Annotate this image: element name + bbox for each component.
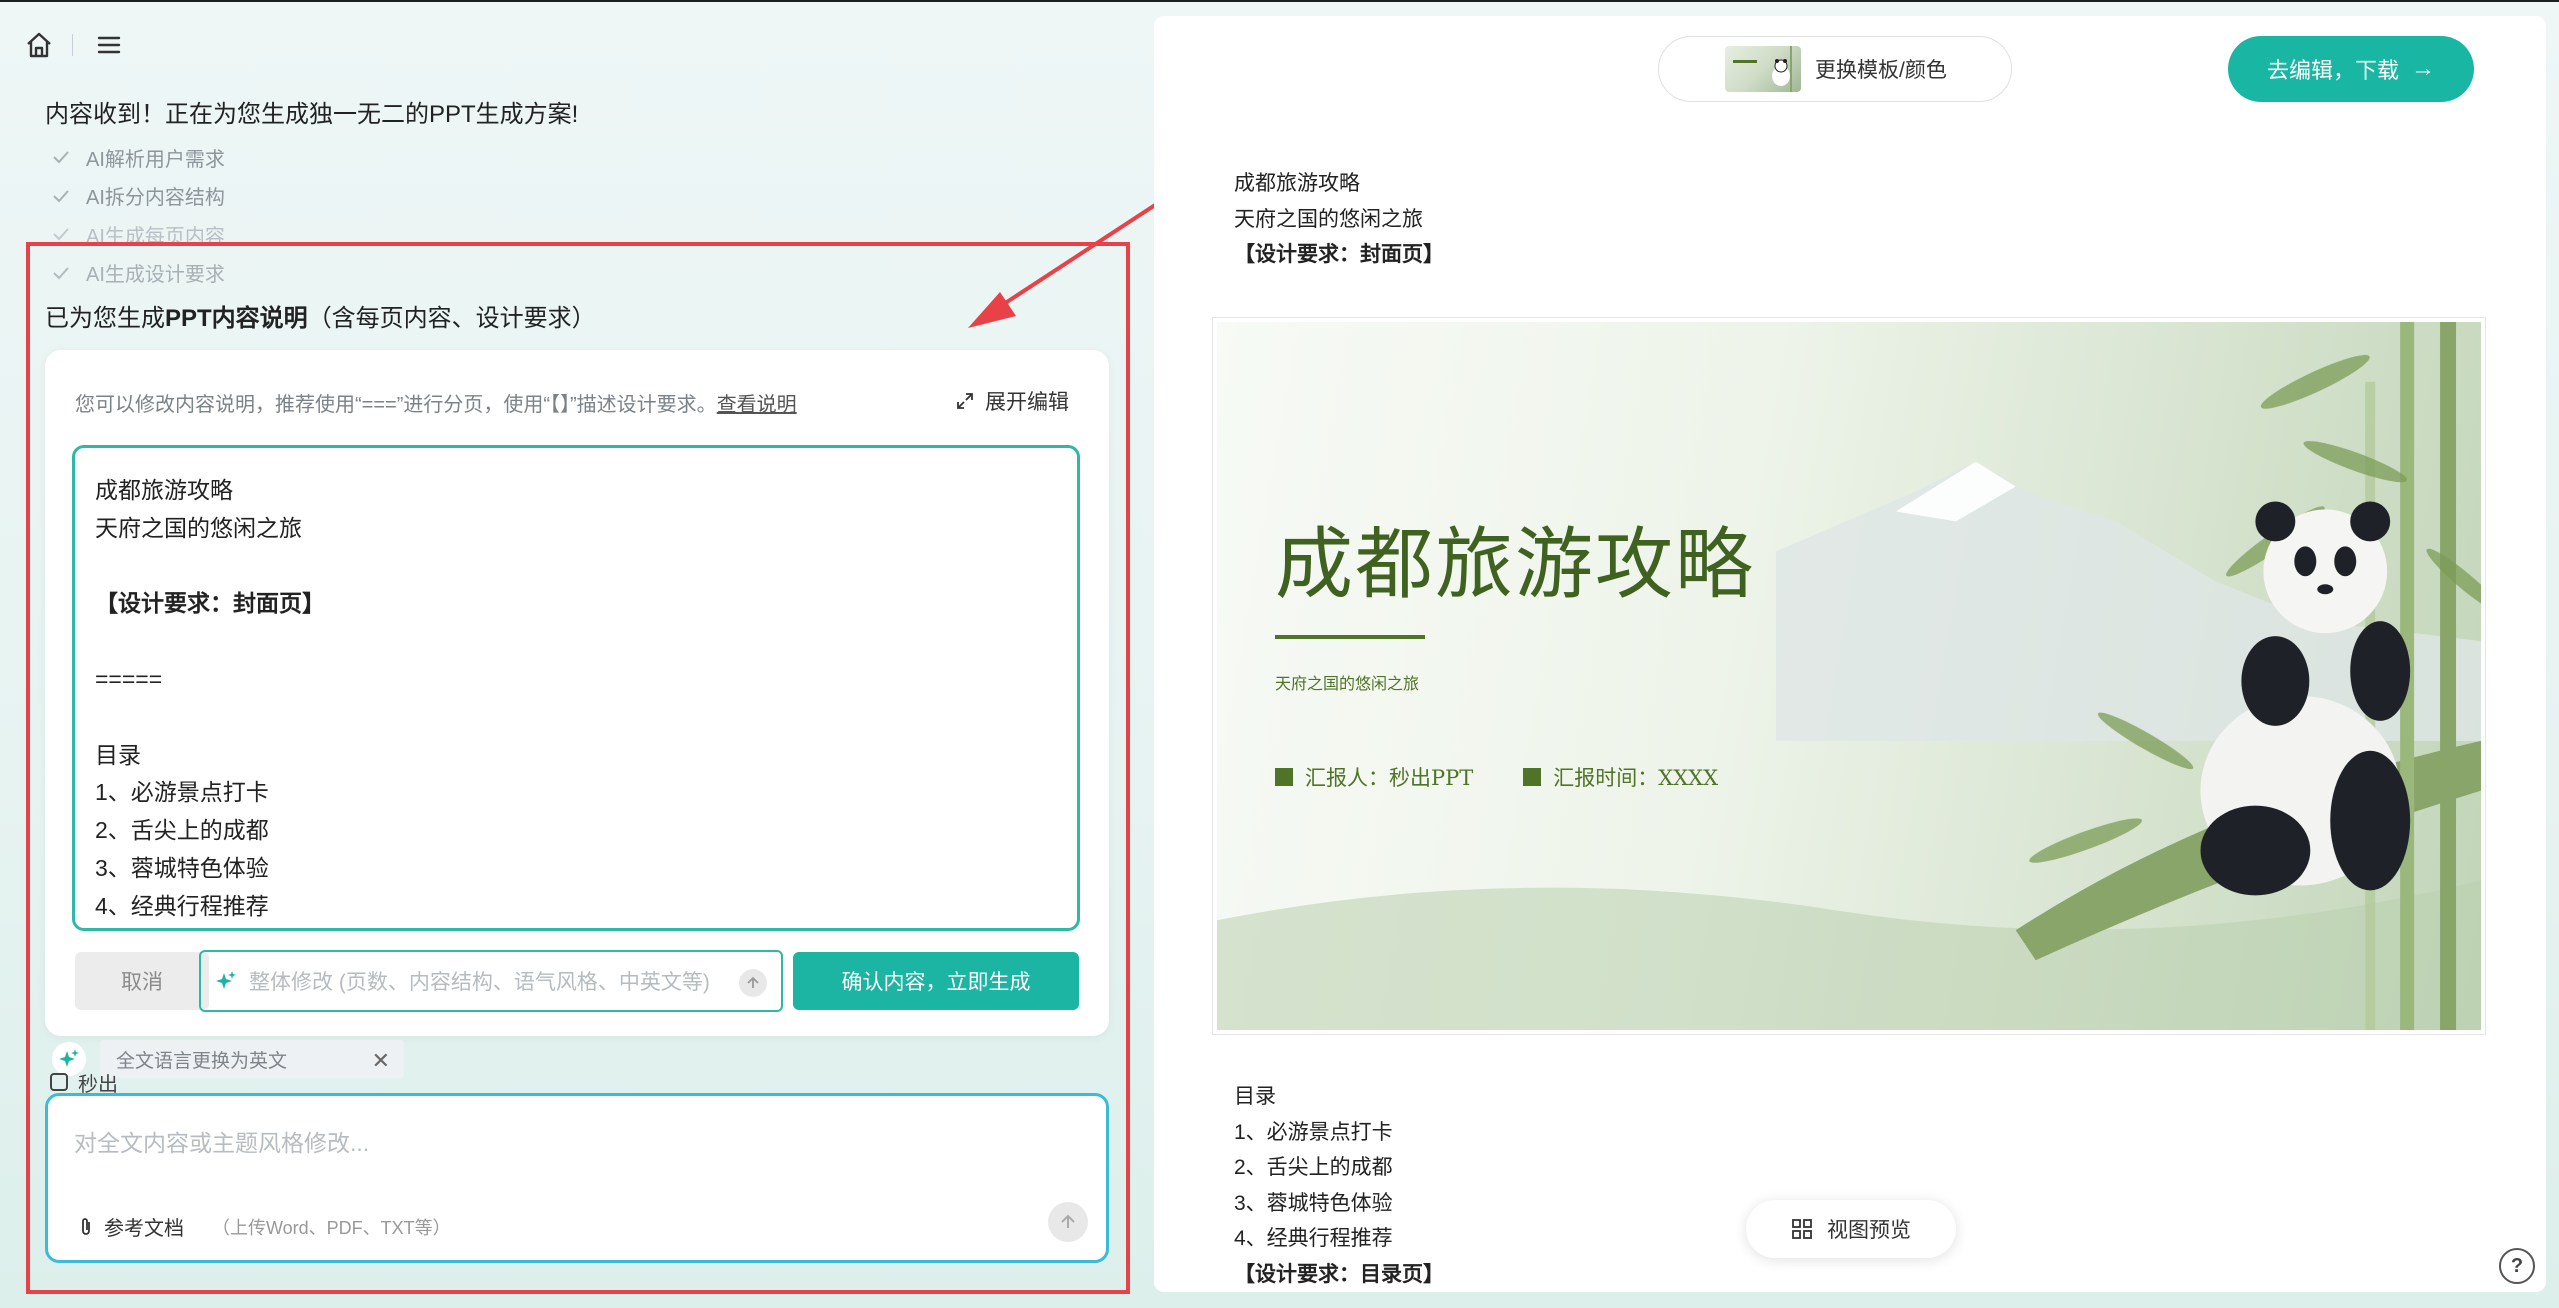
reference-doc-hint: （上传Word、PDF、TXT等）	[212, 1217, 451, 1238]
chat-panel: 内容收到！正在为您生成独一无二的PPT生成方案! AI解析用户需求 AI拆分内容…	[0, 0, 1140, 1308]
editor-line: 成都旅游攻略	[95, 477, 233, 503]
doc-line: 4、经典行程推荐	[1234, 1227, 1393, 1251]
doc-line: 目录	[1234, 1085, 1276, 1108]
change-template-button[interactable]: 更换模板/颜色	[1658, 36, 2012, 102]
suggestion-chip-label: 全文语言更换为英文	[116, 1050, 288, 1072]
editor-line: 3、蓉城特色体验	[95, 854, 269, 881]
slide-meta: 汇报人：秒出PPT 汇报时间：XXXX	[1275, 762, 1768, 792]
step-item: AI生成设计要求	[50, 254, 225, 293]
slide-subtitle: 天府之国的悠闲之旅	[1275, 674, 1420, 693]
expand-label: 展开编辑	[985, 391, 1069, 414]
reference-doc-label: 参考文档	[104, 1218, 184, 1240]
template-thumbnail	[1725, 46, 1801, 92]
suggestion-chip[interactable]: 全文语言更换为英文 ✕	[100, 1040, 404, 1078]
check-icon	[53, 151, 69, 164]
step-label: AI解析用户需求	[86, 148, 225, 171]
slide-reporter-text: 汇报人：秒出PPT	[1305, 766, 1474, 790]
check-icon	[53, 228, 69, 241]
reference-doc-button[interactable]: 参考文档 （上传Word、PDF、TXT等）	[76, 1212, 451, 1241]
doc-line: 1、必游景点打卡	[1234, 1120, 1393, 1144]
slide-report-time-text: 汇报时间：XXXX	[1553, 766, 1719, 790]
step-item: AI解析用户需求	[50, 138, 225, 177]
editor-line: 1、必游景点打卡	[95, 779, 269, 806]
editor-line: 2、舌尖上的成都	[95, 817, 269, 844]
content-editor[interactable]: 成都旅游攻略 天府之国的悠闲之旅 【设计要求：封面页】 ===== 目录 1、必…	[72, 445, 1080, 931]
overall-edit-placeholder: 整体修改 (页数、内容结构、语气风格、中英文等)	[249, 971, 710, 994]
content-card: 您可以修改内容说明，推荐使用“===”进行分页，使用“【】”描述设计要求。查看说…	[45, 350, 1109, 1036]
generated-bold: PPT内容说明	[165, 305, 308, 332]
editor-line: 目录	[95, 741, 141, 768]
close-icon[interactable]: ✕	[372, 1048, 390, 1074]
nav-divider	[72, 34, 73, 56]
chat-input-box[interactable]: 对全文内容或主题风格修改... 参考文档 （上传Word、PDF、TXT等）	[45, 1093, 1109, 1263]
progress-steps: AI解析用户需求 AI拆分内容结构 AI生成每页内容 AI生成设计要求	[50, 138, 225, 292]
expand-icon	[957, 393, 973, 409]
chat-send-button[interactable]	[1048, 1202, 1088, 1242]
card-hint-text: 您可以修改内容说明，推荐使用“===”进行分页，使用“【】”描述设计要求。	[75, 394, 717, 416]
view-instructions-link[interactable]: 查看说明	[717, 394, 797, 416]
square-bullet-icon	[1523, 768, 1542, 786]
chat-placeholder: 对全文内容或主题风格修改...	[74, 1130, 370, 1156]
logo-icon	[50, 1073, 68, 1091]
card-hint: 您可以修改内容说明，推荐使用“===”进行分页，使用“【】”描述设计要求。查看说…	[75, 388, 797, 417]
intro-message: 内容收到！正在为您生成独一无二的PPT生成方案!	[45, 101, 579, 128]
doc-line: 3、蓉城特色体验	[1234, 1191, 1393, 1215]
home-icon[interactable]	[22, 28, 56, 62]
doc-line: 天府之国的悠闲之旅	[1234, 207, 1423, 231]
expand-edit-button[interactable]: 展开编辑	[955, 386, 1069, 416]
cancel-button[interactable]: 取消	[75, 952, 209, 1010]
slide-canvas: 成都旅游攻略 天府之国的悠闲之旅 汇报人：秒出PPT 汇报时间：XXXX	[1217, 322, 2481, 1030]
preview-panel: 更换模板/颜色 去编辑，下载 → 成都旅游攻略 天府之国的悠闲之旅 【设计要求：…	[1154, 16, 2546, 1292]
view-preview-button[interactable]: 视图预览	[1746, 1200, 1956, 1258]
generated-message: 已为您生成PPT内容说明（含每页内容、设计要求）	[45, 298, 596, 333]
slide-report-time: 汇报时间：XXXX	[1523, 762, 1718, 792]
overall-edit-input[interactable]: 整体修改 (页数、内容结构、语气风格、中英文等)	[199, 950, 783, 1012]
step-label: AI生成每页内容	[86, 225, 225, 248]
view-preview-label: 视图预览	[1827, 1219, 1911, 1242]
slide-preview[interactable]: 成都旅游攻略 天府之国的悠闲之旅 汇报人：秒出PPT 汇报时间：XXXX	[1212, 317, 2486, 1035]
generated-prefix: 已为您生成	[45, 305, 165, 332]
step-label: AI生成设计要求	[86, 264, 225, 287]
slide-reporter: 汇报人：秒出PPT	[1275, 762, 1473, 792]
doc-line: 2、舌尖上的成都	[1234, 1156, 1393, 1180]
doc-text-top: 成都旅游攻略 天府之国的悠闲之旅 【设计要求：封面页】	[1234, 166, 1444, 273]
doc-line: 成都旅游攻略	[1234, 172, 1360, 195]
confirm-generate-button[interactable]: 确认内容，立即生成	[793, 952, 1079, 1010]
square-bullet-icon	[1275, 768, 1293, 786]
step-item: AI生成每页内容	[50, 215, 225, 254]
check-icon	[53, 190, 69, 203]
help-icon[interactable]: ?	[2499, 1248, 2535, 1284]
peek-text: 秒出	[78, 1073, 118, 1095]
editor-line: 4、经典行程推荐	[95, 892, 269, 919]
arrow-right-icon: →	[2411, 55, 2435, 82]
editor-line: 【设计要求：封面页】	[95, 590, 325, 617]
change-template-label: 更换模板/颜色	[1815, 59, 1947, 82]
menu-icon[interactable]	[92, 28, 126, 62]
edit-download-label: 去编辑，下载	[2266, 58, 2399, 83]
paperclip-icon	[82, 1217, 90, 1235]
doc-line: 【设计要求：封面页】	[1234, 243, 1444, 267]
sparkle-icon	[216, 971, 236, 989]
slide-title: 成都旅游攻略	[1275, 520, 1756, 610]
send-arrow-icon[interactable]	[739, 969, 767, 997]
slide-title-rule	[1275, 635, 1425, 639]
doc-text-bottom: 目录 1、必游景点打卡 2、舌尖上的成都 3、蓉城特色体验 4、经典行程推荐 【…	[1234, 1079, 1444, 1292]
step-label: AI拆分内容结构	[86, 187, 225, 210]
step-item: AI拆分内容结构	[50, 177, 225, 216]
generated-suffix: （含每页内容、设计要求）	[307, 305, 596, 332]
doc-line: 【设计要求：目录页】	[1234, 1262, 1444, 1286]
grid-icon	[1792, 1219, 1812, 1239]
editor-line: =====	[95, 665, 163, 692]
check-icon	[53, 267, 69, 280]
edit-download-button[interactable]: 去编辑，下载 →	[2228, 36, 2474, 102]
partially-hidden-label: 秒出	[48, 1070, 118, 1094]
editor-line: 天府之国的悠闲之旅	[95, 514, 302, 541]
